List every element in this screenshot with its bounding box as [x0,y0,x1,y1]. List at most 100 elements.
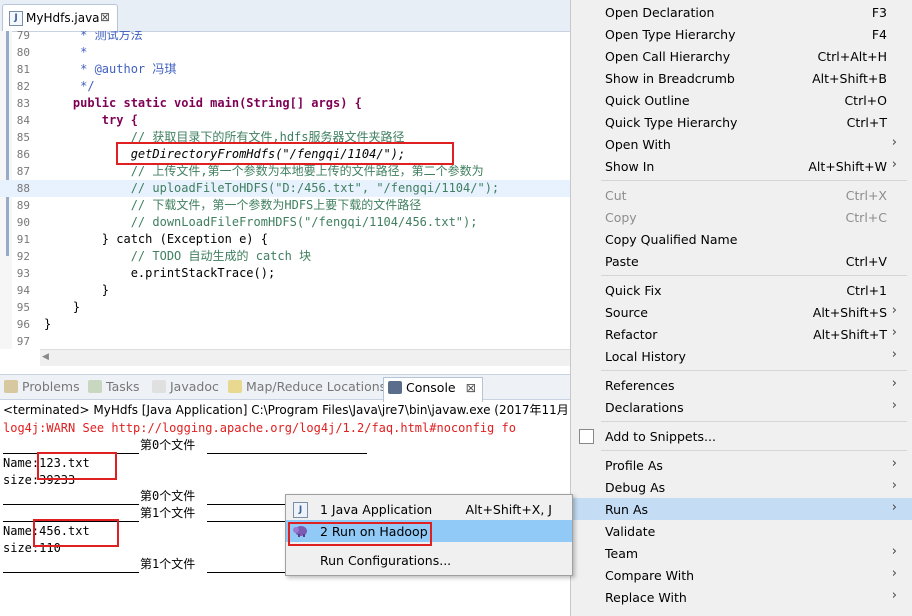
code-text: e.printStackTrace(); [44,266,276,280]
code-text: // 下载文件，第一个参数为HDFS上要下载的文件路径 [44,198,422,212]
code-line: 96 } [0,316,570,333]
menu-item-quick-outline[interactable]: Quick Outline Ctrl+O [571,89,912,111]
code-line: 92 // TODO 自动生成的 catch 块 [0,248,570,265]
tab-javadoc[interactable]: Javadoc [152,379,219,397]
menu-item-replace-with[interactable]: Replace With › [571,586,912,608]
menu-label: Run Configurations... [320,553,452,568]
menu-item-open-declaration[interactable]: Open Declaration F3 [571,1,912,23]
line-number: 93 [16,267,30,280]
menu-shortcut: Alt+Shift+W [808,159,887,174]
tab-mapreduce-locations[interactable]: Map/Reduce Locations [228,379,386,397]
code-line: 97 [0,333,570,349]
code-text: // uploadFileToHDFS("D:/456.txt", "/feng… [44,181,500,195]
menu-item-quick-type-hierarchy[interactable]: Quick Type Hierarchy Ctrl+T [571,111,912,133]
menu-item-local-history[interactable]: Local History › [571,345,912,367]
line-number: 95 [16,301,30,314]
menu-shortcut: Ctrl+T [846,115,887,130]
annotation-box-getdirectory [116,142,454,165]
menu-item-paste[interactable]: Paste Ctrl+V [571,250,912,272]
submenu-arrow-icon: › [891,157,897,172]
tab-label: Console [406,380,456,395]
line-number: 91 [16,233,30,246]
tasks-icon [88,380,102,393]
menu-item-cut[interactable]: Cut Ctrl+X [571,184,912,206]
menu-item-validate[interactable]: Validate [571,520,912,542]
menu-label: Open Type Hierarchy [605,27,736,42]
close-icon[interactable]: ⊠ [100,10,110,24]
menu-shortcut: F3 [871,5,887,20]
menu-label: Declarations [605,400,684,415]
menu-item-copy[interactable]: Copy Ctrl+C [571,206,912,228]
code-editor[interactable]: J MyHdfs.java ⊠ 79 * 测试方法 80 * 81 * @aut… [0,0,570,372]
submenu-arrow-icon: › [891,456,897,471]
console-line: 第0个文件 [140,489,196,503]
java-file-icon: J [9,11,23,26]
menu-item-profile-as[interactable]: Profile As › [571,454,912,476]
console-icon [388,381,402,394]
menu-item-refactor[interactable]: Refactor Alt+Shift+T › [571,323,912,345]
tab-tasks[interactable]: Tasks [88,379,140,397]
menu-label: Copy Qualified Name [605,232,738,247]
menu-item-source[interactable]: Source Alt+Shift+S › [571,301,912,323]
menu-label: Team [605,546,639,561]
separator-line [207,521,285,522]
menu-item-show-in[interactable]: Show In Alt+Shift+W › [571,155,912,177]
menu-item-run-as[interactable]: Run As › [571,498,912,520]
menu-label: Copy [605,210,637,225]
menu-item-open-with[interactable]: Open With › [571,133,912,155]
editor-tab-myhdfs[interactable]: J MyHdfs.java ⊠ [2,4,118,31]
line-number: 92 [16,250,30,263]
menu-label: Open With [605,137,671,152]
tab-problems[interactable]: Problems [4,379,80,397]
menu-label: Add to Snippets... [605,429,716,444]
views-tab-bar: Problems Tasks Javadoc Map/Reduce Locati… [0,374,570,402]
code-line: 90 // downLoadFileFromHDFS("/fengqi/1104… [0,214,570,231]
menu-item-show-in-breadcrumb[interactable]: Show in Breadcrumb Alt+Shift+B [571,67,912,89]
menu-item-team[interactable]: Team › [571,542,912,564]
code-text: * @author 冯琪 [44,62,177,76]
menu-label: Compare With [605,568,695,583]
menu-item-copy-qualified-name[interactable]: Copy Qualified Name [571,228,912,250]
javadoc-icon [152,380,166,393]
separator-line [3,572,139,573]
menu-label: References [605,378,675,393]
menu-label: 1 Java Application [320,502,433,517]
menu-item-references[interactable]: References › [571,374,912,396]
menu-label: Replace With [605,590,687,605]
menu-item-compare-with[interactable]: Compare With › [571,564,912,586]
submenu-arrow-icon: › [891,566,897,581]
separator-line [3,504,139,505]
line-number: 90 [16,216,30,229]
scroll-left-icon[interactable]: ◀ [42,352,49,362]
code-line: 91 } catch (Exception e) { [0,231,570,248]
menu-item-open-type-hierarchy[interactable]: Open Type Hierarchy F4 [571,23,912,45]
menu-shortcut: Alt+Shift+X, J [465,502,552,517]
submenu-item-java-application[interactable]: J 1 Java Application Alt+Shift+X, J [286,498,572,520]
line-number: 79 [16,31,30,42]
menu-item-quick-fix[interactable]: Quick Fix Ctrl+1 [571,279,912,301]
line-number: 97 [16,335,30,348]
menu-shortcut: Ctrl+O [844,93,887,108]
menu-separator [601,370,907,371]
code-area[interactable]: 79 * 测试方法 80 * 81 * @author 冯琪 82 */ 83 … [0,31,570,349]
console-line: 第1个文件 [140,506,196,520]
menu-shortcut: Ctrl+X [845,188,887,203]
submenu-arrow-icon: › [891,588,897,603]
menu-item-add-to-snippets[interactable]: Add to Snippets... [571,425,912,447]
tab-console[interactable]: Console ⊠ [383,377,484,402]
menu-shortcut: Ctrl+Alt+H [817,49,887,64]
menu-label: Open Call Hierarchy [605,49,731,64]
menu-shortcut: Alt+Shift+S [812,305,887,320]
menu-shortcut: Alt+Shift+T [813,327,887,342]
menu-item-open-call-hierarchy[interactable]: Open Call Hierarchy Ctrl+Alt+H [571,45,912,67]
submenu-item-run-configurations[interactable]: Run Configurations... [286,549,572,571]
menu-shortcut: Ctrl+1 [846,283,887,298]
editor-horizontal-scrollbar[interactable]: ◀ [40,349,570,366]
menu-item-debug-as[interactable]: Debug As › [571,476,912,498]
line-number: 96 [16,318,30,331]
close-icon[interactable]: ⊠ [466,380,476,395]
code-line: 83 public static void main(String[] args… [0,95,570,112]
console-warn-line: log4j:WARN See http://logging.apache.org… [3,421,516,435]
menu-item-declarations[interactable]: Declarations › [571,396,912,418]
menu-label: Show In [605,159,655,174]
